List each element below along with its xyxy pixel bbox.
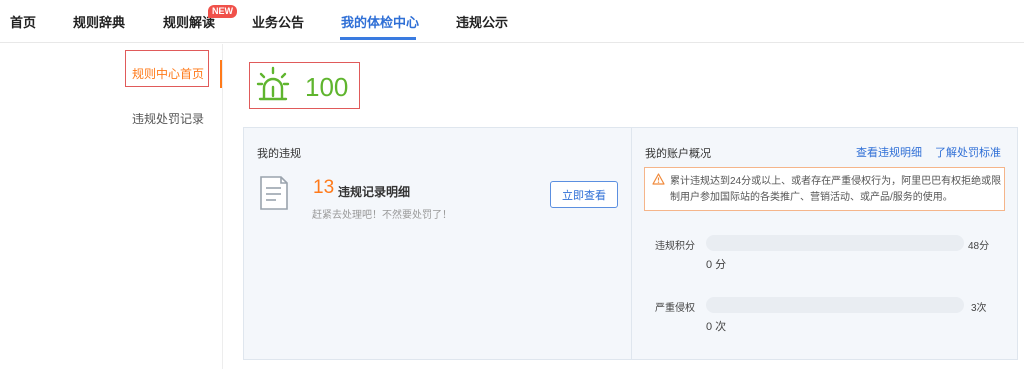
- account-overview-title: 我的账户概况: [645, 148, 711, 160]
- sidebar-divider: [222, 44, 223, 369]
- sidebar-item-rules-home[interactable]: 规则中心首页: [132, 65, 204, 82]
- nav-home[interactable]: 首页: [10, 12, 36, 31]
- document-icon: [260, 176, 288, 210]
- view-now-button[interactable]: 立即查看: [550, 181, 618, 208]
- view-violation-details-link[interactable]: 查看违规明细: [856, 144, 922, 160]
- my-violations-title: 我的违规: [257, 148, 301, 160]
- nav-active-indicator: [340, 37, 416, 40]
- violation-points-max: 48分: [968, 241, 990, 252]
- violation-points-bar: [706, 235, 964, 251]
- penalty-standards-link[interactable]: 了解处罚标准: [935, 144, 1001, 160]
- nav-business-announcement[interactable]: 业务公告: [252, 12, 304, 31]
- violation-records-label: 违规记录明细: [338, 185, 411, 199]
- serious-infringement-label: 严重侵权: [655, 303, 695, 314]
- serious-infringement-max: 3次: [971, 303, 987, 314]
- nav-rules-dictionary[interactable]: 规则辞典: [73, 12, 125, 31]
- warning-icon: [652, 173, 665, 185]
- violation-count: 13: [313, 177, 335, 198]
- alarm-light-icon: [256, 66, 290, 101]
- violation-points-label: 违规积分: [655, 241, 695, 252]
- new-badge: NEW: [208, 5, 237, 18]
- top-navigation: 首页 规则辞典 规则解读 NEW 业务公告 我的体检中心 违规公示: [0, 0, 1024, 43]
- warning-text: 累计违规达到24分或以上、或者存在严重侵权行为，阿里巴巴有权拒绝或限制用户参加国…: [670, 176, 1002, 203]
- serious-infringement-value: 0 次: [706, 321, 727, 333]
- health-score: 100: [305, 72, 349, 102]
- violation-hint: 赶紧去处理吧！不然要处罚了！: [312, 210, 452, 221]
- violation-points-value: 0 分: [706, 259, 727, 271]
- sidebar-item-penalty-records[interactable]: 违规处罚记录: [132, 110, 204, 127]
- panel-divider: [631, 127, 632, 360]
- serious-infringement-bar: [706, 297, 964, 313]
- nav-violation-publicity[interactable]: 违规公示: [456, 12, 508, 31]
- nav-my-checkup-center[interactable]: 我的体检中心: [341, 12, 419, 31]
